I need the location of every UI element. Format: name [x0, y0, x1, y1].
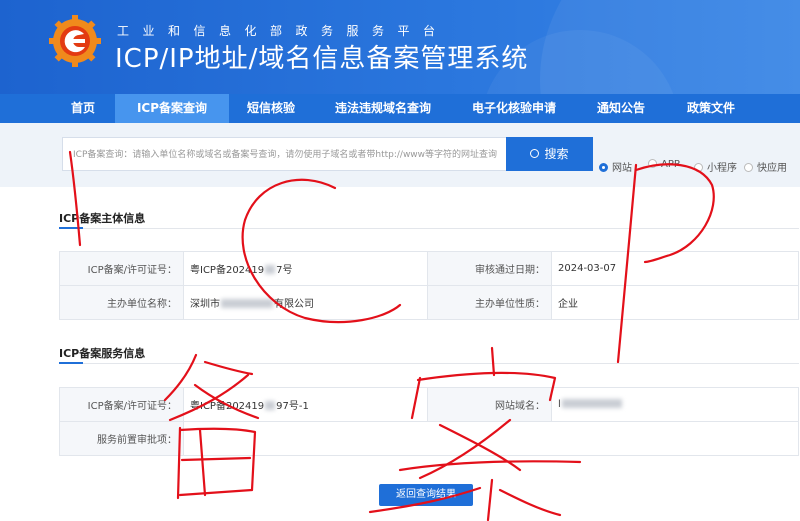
radio-unselected-icon — [648, 159, 657, 168]
org-type-value: 企业 — [551, 285, 799, 320]
redacted-text — [265, 401, 276, 410]
site-logo[interactable] — [48, 14, 102, 68]
license-label: ICP备案/许可证号： — [59, 251, 184, 286]
nav-item-sms-verify[interactable]: 短信核验 — [229, 94, 313, 123]
preapproval-label: 服务前置审批项： — [59, 421, 184, 456]
section-title-subject: ICP备案主体信息 — [59, 212, 146, 225]
table-row: ICP备案/许可证号： 粤ICP备202419 97号-1 网站域名： l — [59, 387, 799, 422]
search-input[interactable]: ICP备案查询：请输入单位名称或域名或备案号查询，请勿使用子域名或者带http:… — [62, 137, 508, 171]
nav-item-policy-docs[interactable]: 政策文件 — [667, 94, 755, 123]
service-license-value: 粤ICP备202419 97号-1 — [183, 387, 428, 422]
approve-date-label: 审核通过日期： — [427, 251, 552, 286]
radio-mini-program[interactable]: 小程序 — [694, 159, 737, 174]
nav-item-e-verify-apply[interactable]: 电子化核验申请 — [453, 94, 575, 123]
org-name-value: 深圳市 有限公司 — [183, 285, 428, 320]
table-row: ICP备案/许可证号： 粤ICP备202419 7号 审核通过日期： 2024-0… — [59, 251, 799, 286]
nav-item-home[interactable]: 首页 — [40, 94, 126, 123]
platform-subtitle: 工业和信息化部政务服务平台 — [117, 24, 449, 38]
system-title: ICP/IP地址/域名信息备案管理系统 — [115, 44, 529, 74]
search-button-label: 搜索 — [544, 147, 569, 161]
subject-info-table: ICP备案/许可证号： 粤ICP备202419 7号 审核通过日期： 2024-0… — [59, 251, 799, 320]
section-accent — [59, 227, 83, 229]
radio-quick-app[interactable]: 快应用 — [744, 159, 787, 174]
service-license-label: ICP备案/许可证号： — [59, 387, 184, 422]
domain-value: l — [551, 387, 799, 422]
nav-item-icp-query[interactable]: ICP备案查询 — [115, 94, 229, 123]
license-value: 粤ICP备202419 7号 — [183, 251, 428, 286]
radio-unselected-icon — [744, 163, 753, 172]
radio-website[interactable]: 网站 — [599, 159, 632, 174]
table-row: 主办单位名称： 深圳市 有限公司 主办单位性质： 企业 — [59, 285, 799, 320]
radio-label: 小程序 — [707, 163, 737, 174]
search-button[interactable]: 搜索 — [506, 137, 593, 171]
nav-item-notices[interactable]: 通知公告 — [575, 94, 667, 123]
section-accent — [59, 362, 83, 364]
org-type-label: 主办单位性质： — [427, 285, 552, 320]
site-header: 工业和信息化部政务服务平台 ICP/IP地址/域名信息备案管理系统 — [0, 0, 800, 94]
preapproval-value — [183, 421, 799, 456]
redacted-text — [265, 265, 276, 274]
section-divider — [59, 227, 799, 229]
domain-label: 网站域名： — [427, 387, 552, 422]
radio-label: 快应用 — [757, 163, 787, 174]
search-icon — [530, 149, 540, 158]
radio-selected-icon — [599, 163, 608, 172]
table-row: 服务前置审批项： — [59, 421, 799, 456]
radio-app[interactable]: APP — [648, 159, 680, 170]
service-info-table: ICP备案/许可证号： 粤ICP备202419 97号-1 网站域名： l 服务前… — [59, 387, 799, 456]
section-title-service: ICP备案服务信息 — [59, 347, 146, 360]
nav-item-illegal-domain-query[interactable]: 违法违规域名查询 — [313, 94, 453, 123]
radio-label: 网站 — [612, 163, 632, 174]
org-name-label: 主办单位名称： — [59, 285, 184, 320]
approve-date-value: 2024-03-07 — [551, 251, 799, 286]
redacted-text — [561, 399, 622, 408]
radio-label: APP — [661, 159, 680, 170]
main-nav: 首页 ICP备案查询 短信核验 违法违规域名查询 电子化核验申请 通知公告 政策… — [0, 94, 800, 123]
radio-unselected-icon — [694, 163, 703, 172]
back-to-results-button[interactable]: 返回查询结果 — [379, 484, 473, 506]
section-divider — [59, 362, 799, 364]
redacted-text — [221, 299, 273, 308]
